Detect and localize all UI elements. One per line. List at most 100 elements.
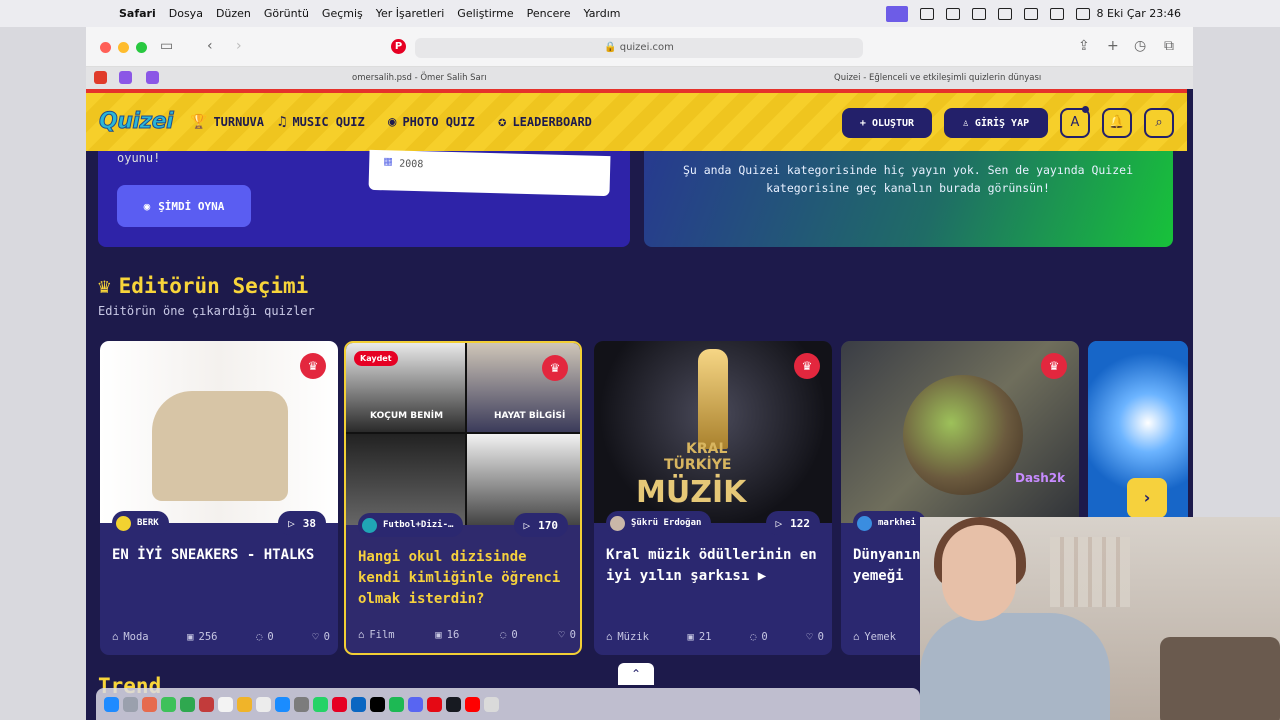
heart-icon: ♡ (312, 631, 319, 643)
author-name: BERK (137, 518, 159, 528)
pinterest-extension-icon[interactable]: P (391, 39, 406, 54)
bookmark-favicon-1[interactable] (94, 71, 107, 84)
zoom-window-button[interactable] (136, 42, 147, 53)
new-tab-icon[interactable]: + (1107, 38, 1119, 54)
dock-pinterest-icon[interactable] (332, 696, 347, 712)
minimize-window-button[interactable] (118, 42, 129, 53)
address-bar[interactable]: 🔒 quizei.com (415, 38, 863, 58)
bookmark-favicon-2[interactable] (119, 71, 132, 84)
author-name: Futbol+Dizi-… (383, 520, 454, 530)
battery-icon[interactable] (998, 7, 1012, 20)
dock-whatsapp-icon[interactable] (313, 696, 328, 712)
forward-icon[interactable]: › (236, 38, 242, 54)
dock-finder-icon[interactable] (104, 696, 119, 712)
dock-settings-icon[interactable] (294, 696, 309, 712)
close-window-button[interactable] (100, 42, 111, 53)
quiz-title[interactable]: Kral müzik ödüllerinin en iyi yılın şark… (606, 545, 824, 587)
back-icon[interactable]: ‹ (207, 38, 213, 54)
dock-youtube-icon[interactable] (465, 696, 480, 712)
quizei-logo[interactable]: Quizei (98, 109, 174, 135)
quiz-author[interactable]: BERK (112, 511, 169, 535)
tab-overview-icon[interactable]: ⧉ (1164, 38, 1174, 54)
quiz-title[interactable]: EN İYİ SNEAKERS - HTALKS (112, 545, 330, 566)
nav-tournament[interactable]: 🏆 TURNUVA (190, 114, 264, 130)
quiz-author[interactable]: markhei (853, 511, 926, 535)
dock-app-icon[interactable] (199, 696, 214, 712)
control-center-icon[interactable] (1076, 7, 1090, 20)
wifi-icon[interactable] (1024, 7, 1038, 20)
quiz-card[interactable]: KOÇUM BENİM HAYAT BİLGİSİ Kaydet ♛ Futbo… (344, 341, 582, 655)
spotlight-icon[interactable] (1050, 7, 1064, 20)
like-count[interactable]: ♡ 0 (312, 631, 330, 643)
menu-item-develop[interactable]: Geliştirme (457, 7, 513, 20)
comment-count: ◌ 0 (750, 631, 768, 643)
dock-app-store-icon[interactable] (275, 696, 290, 712)
dock-facetime-icon[interactable] (180, 696, 195, 712)
webcam-person-face (942, 525, 1016, 621)
tab-photoshop[interactable]: omersalih.psd - Ömer Salih Sarı (352, 67, 487, 89)
menu-item-window[interactable]: Pencere (527, 7, 571, 20)
nav-music-quiz[interactable]: ♫ MUSIC QUIZ (278, 114, 365, 130)
quiz-author[interactable]: Futbol+Dizi-… (358, 513, 464, 537)
like-count[interactable]: ♡ 0 (558, 629, 576, 641)
dock-messages-icon[interactable] (161, 696, 176, 712)
question-count: ▣ 16 (435, 629, 459, 641)
bookmark-favicon-3[interactable] (146, 71, 159, 84)
tag-icon: ⌂ (112, 631, 119, 643)
scroll-to-top-button[interactable]: ⌃ (618, 663, 654, 685)
menu-item-history[interactable]: Geçmiş (322, 7, 363, 20)
tab-bar: omersalih.psd - Ömer Salih Sarı Quizei -… (86, 67, 1193, 89)
dock-steam-icon[interactable] (446, 696, 461, 712)
status-icon[interactable] (920, 7, 934, 20)
menu-item-edit[interactable]: Düzen (216, 7, 251, 20)
dock-app-icon[interactable] (218, 696, 233, 712)
history-icon[interactable]: ◷ (1134, 38, 1146, 54)
quiz-card[interactable]: ♛ BERK ▷ 38 EN İYİ SNEAKERS - HTALKS ⌂ Mo… (100, 341, 338, 655)
dock-x-icon[interactable] (370, 696, 385, 712)
nav-photo-quiz[interactable]: ◉ PHOTO QUIZ (388, 114, 475, 130)
hero-year: 2008 (399, 158, 424, 171)
menu-item-help[interactable]: Yardım (583, 7, 620, 20)
menu-app-name[interactable]: Safari (119, 7, 156, 20)
notifications-button[interactable]: 🔔 (1102, 108, 1132, 138)
dock-netflix-icon[interactable] (427, 696, 442, 712)
menu-item-view[interactable]: Görüntü (264, 7, 309, 20)
dock-discord-icon[interactable] (408, 696, 423, 712)
sidebar-icon[interactable]: ▭ (160, 38, 173, 54)
play-now-button[interactable]: ◉ ŞİMDİ OYNA (117, 185, 251, 227)
menu-item-file[interactable]: Dosya (169, 7, 203, 20)
dock-launchpad-icon[interactable] (123, 696, 138, 712)
dock-trash-icon[interactable] (484, 696, 499, 712)
dock-spotify-icon[interactable] (389, 696, 404, 712)
create-button[interactable]: + OLUŞTUR (842, 108, 932, 138)
search-button[interactable]: ⌕ (1144, 108, 1174, 138)
play-icon: ▷ (288, 516, 295, 530)
nav-leaderboard[interactable]: ✪ LEADERBOARD (498, 114, 592, 130)
dock-calendar-icon[interactable] (256, 696, 271, 712)
quiz-title[interactable]: Hangi okul dizisinde kendi kimliğinle öğ… (358, 547, 576, 610)
images-icon: ▣ (187, 631, 194, 643)
question-count-value: 21 (698, 631, 712, 643)
display-icon[interactable] (946, 7, 960, 20)
volume-icon[interactable] (972, 7, 986, 20)
tab-quizei[interactable]: Quizei - Eğlenceli ve etkileşimli quizle… (834, 67, 1041, 89)
dock-app-icon[interactable] (237, 696, 252, 712)
menubar-clock[interactable]: 8 Eki Çar 23:46 (1096, 0, 1181, 27)
dock-linkedin-icon[interactable] (351, 696, 366, 712)
carousel-next-button[interactable]: › (1127, 478, 1167, 518)
crown-badge-icon: ♛ (1041, 353, 1067, 379)
like-count[interactable]: ♡ 0 (806, 631, 824, 643)
editor-picks-title-text: Editörün Seçimi (118, 274, 309, 298)
login-button[interactable]: ♙ GİRİŞ YAP (944, 108, 1048, 138)
nav-tournament-label: TURNUVA (213, 115, 265, 129)
quiz-card[interactable]: KRAL TÜRKİYE MÜZİK ♛ Şükrü Erdoğan ▷ 122… (594, 341, 832, 655)
quiz-author[interactable]: Şükrü Erdoğan (606, 511, 712, 535)
screen-share-icon[interactable] (886, 5, 908, 22)
share-icon[interactable]: ⇪ (1078, 38, 1090, 54)
pinterest-save-button[interactable]: Kaydet (354, 351, 398, 366)
images-icon: ▣ (435, 629, 442, 641)
sneaker-image (152, 391, 288, 501)
dock-app-icon[interactable] (142, 696, 157, 712)
login-button-label: GİRİŞ YAP (974, 117, 1030, 129)
menu-item-bookmarks[interactable]: Yer İşaretleri (376, 7, 445, 20)
